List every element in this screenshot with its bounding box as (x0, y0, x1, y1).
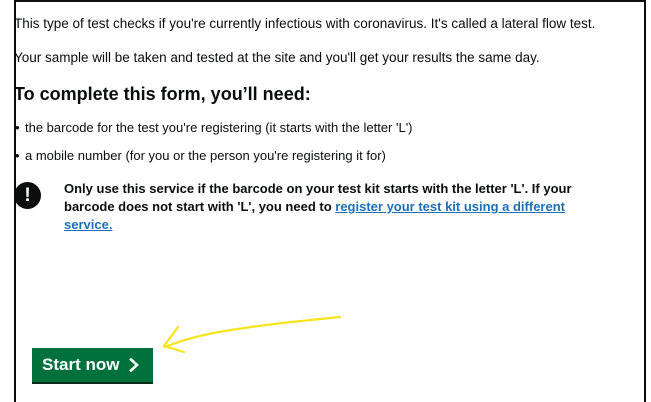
warning-text: Only use this service if the barcode on … (64, 180, 614, 234)
warning-icon: ! (14, 182, 41, 209)
requirements-heading: To complete this form, you’ll need: (14, 84, 311, 104)
chevron-right-icon (129, 358, 140, 372)
start-now-button[interactable]: Start now (32, 348, 154, 382)
warning-callout: ! Only use this service if the barcode o… (14, 180, 614, 234)
intro-paragraph-2: Your sample will be taken and tested at … (14, 50, 540, 65)
list-item-barcode: the barcode for the test you're register… (15, 119, 614, 136)
list-item-mobile: a mobile number (for you or the person y… (15, 147, 614, 164)
main-content: This type of test checks if you're curre… (14, 14, 614, 234)
intro-paragraph-1: This type of test checks if you're curre… (14, 16, 596, 31)
requirements-list: the barcode for the test you're register… (14, 119, 614, 164)
start-button-label: Start now (42, 355, 120, 374)
